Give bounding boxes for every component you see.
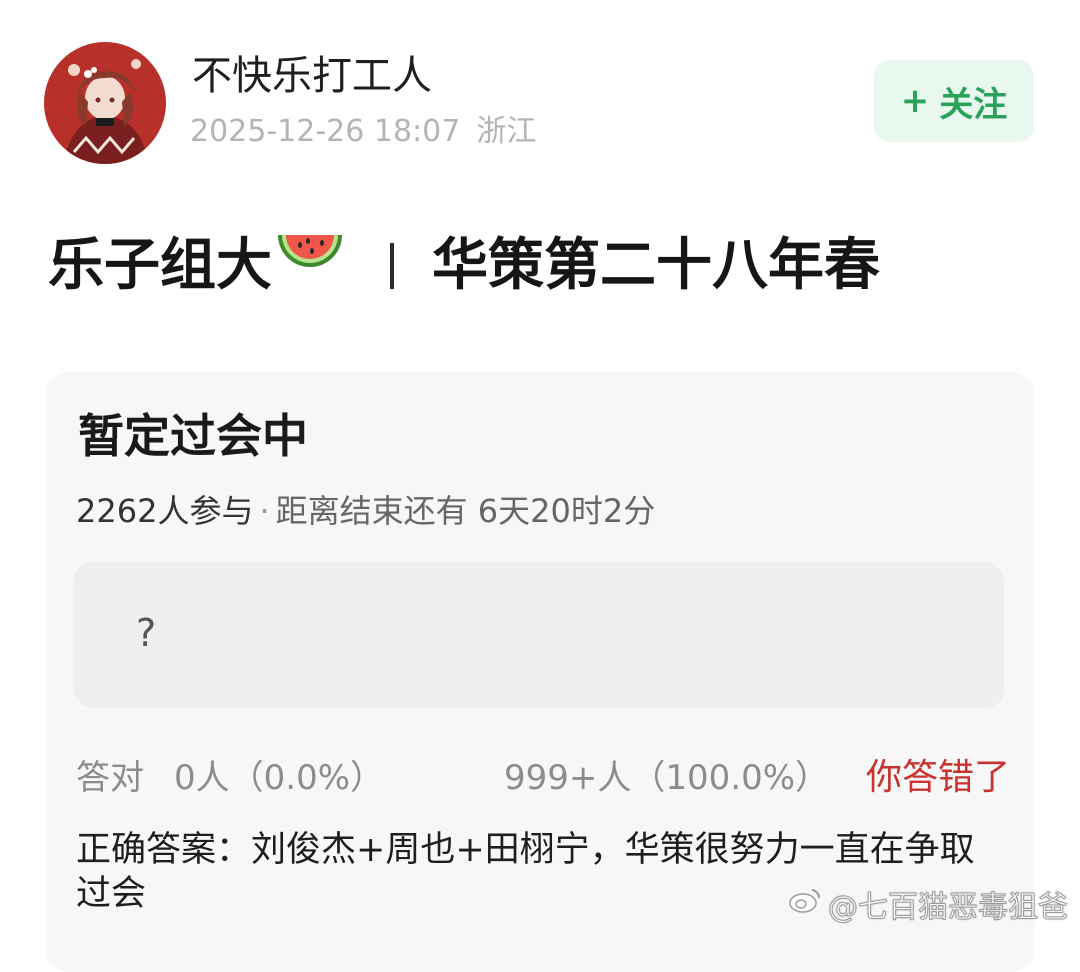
post-meta: 2025-12-26 18:07 浙江 [190,112,536,152]
wrong-answer-flag: 你答错了 [865,757,1010,798]
option-text: ? [136,611,157,655]
post-header: 不快乐打工人 2025-12-26 18:07 浙江 + 关注 [0,0,1080,180]
time-remaining: 距离结束还有 6天20时2分 [275,492,656,530]
follow-label: 关注 [939,84,1008,125]
correct-count: 0人（0.0%） [174,758,385,798]
plus-icon: + [900,81,930,121]
post-date: 2025-12-26 18:07 [190,114,461,149]
watermark-text: @七百猫恶毒狙爸 [828,890,1069,926]
follow-button[interactable]: + 关注 [874,60,1034,142]
author-name[interactable]: 不快乐打工人 [192,50,432,102]
watermelon-icon [274,225,346,307]
post-title-left: 乐子组大 [48,233,272,298]
wrong-count: 999+人（100.0%） [504,758,830,798]
quiz-stats: 2262人参与 · 距离结束还有 6天20时2分 [76,490,655,532]
correct-label: 答对 [76,758,144,798]
watermark: @七百猫恶毒狙爸 [788,882,1069,926]
participant-count: 2262人参与 [76,492,254,530]
weibo-logo-icon [788,886,822,922]
post-location: 浙江 [476,114,537,149]
result-row: 答对 0人（0.0%） 999+人（100.0%） 你答错了 [76,754,1010,802]
title-separator [390,243,394,289]
post-title-right: 华策第二十八年春 [432,233,880,298]
avatar[interactable] [44,42,166,164]
post-title: 乐子组大 华策第二十八年春 [48,226,880,306]
stats-separator: · [259,492,270,530]
quiz-title: 暂定过会中 [78,409,308,463]
answer-option[interactable]: ? [74,562,1004,708]
avatar-image [44,42,166,164]
